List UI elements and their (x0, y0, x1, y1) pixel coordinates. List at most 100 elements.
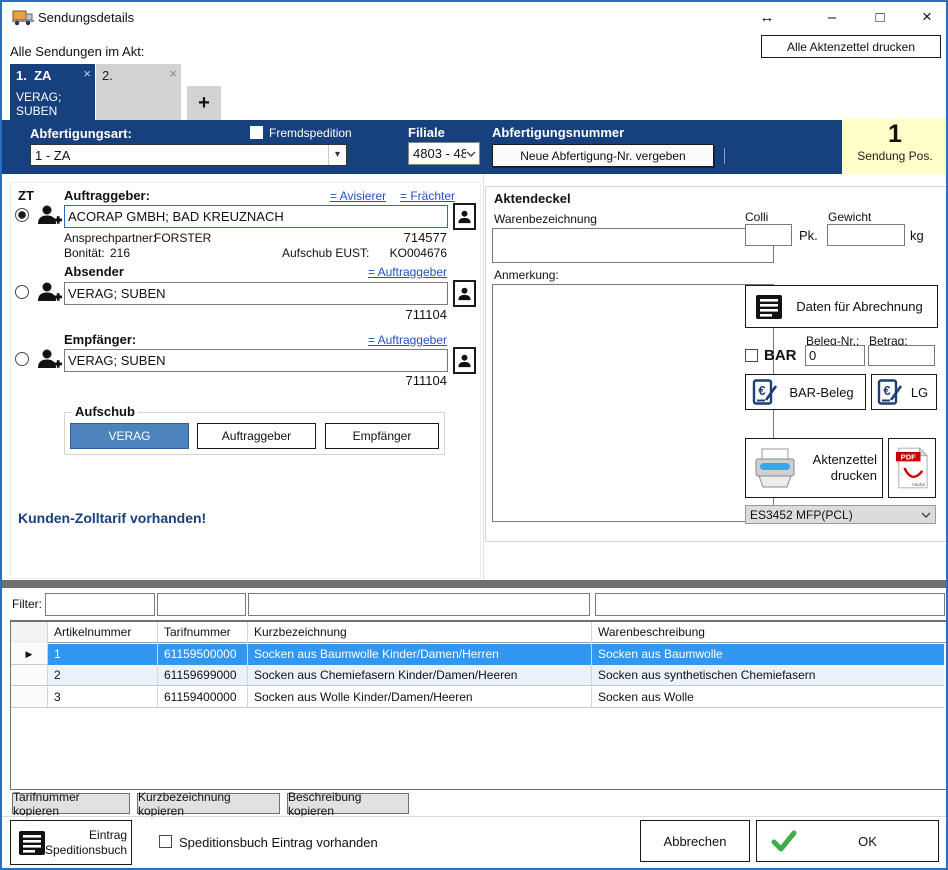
cell-kurzbezeichnung[interactable]: Socken aus Wolle Kinder/Damen/Heeren (248, 687, 592, 708)
colli-input[interactable] (745, 224, 792, 246)
auftraggeber-number: 714577 (347, 230, 447, 245)
auftraggeber-input[interactable] (64, 205, 448, 228)
empfaenger-radio[interactable] (15, 352, 29, 366)
cell-tarifnummer[interactable]: 61159500000 (158, 644, 248, 665)
tab-sendung-2[interactable]: 2. × (96, 64, 181, 120)
empfaenger-add-person-icon[interactable] (36, 346, 62, 372)
cell-artikelnummer[interactable]: 2 (48, 665, 158, 686)
sendung-pos-panel: 1 Sendung Pos. (842, 118, 948, 174)
aufschub-verag-button[interactable]: VERAG (70, 423, 189, 449)
absender-input[interactable] (64, 282, 448, 305)
col-warenbeschreibung[interactable]: Warenbeschreibung (592, 622, 944, 643)
warenbezeichnung-label: Warenbezeichnung (494, 212, 597, 226)
add-tab-button[interactable]: + (187, 86, 221, 120)
filiale-select[interactable]: 4803 - 480 (408, 142, 480, 165)
daten-abrechnung-button[interactable]: Daten für Abrechnung (745, 285, 938, 328)
auftraggeber-add-person-icon[interactable] (36, 202, 62, 228)
svg-text:€: € (883, 383, 890, 398)
cell-warenbeschreibung[interactable]: Socken aus Wolle (592, 687, 944, 708)
panel-divider (483, 174, 484, 580)
abfertigungsnummer-label: Abfertigungsnummer (492, 125, 624, 140)
absender-add-person-icon[interactable] (36, 279, 62, 305)
filter-tarifnummer-input[interactable] (157, 593, 246, 616)
empfaenger-input[interactable] (64, 349, 448, 372)
filter-kurzbezeichnung-input[interactable] (248, 593, 590, 616)
row-selector[interactable] (11, 687, 48, 708)
copy-tarifnummer-button[interactable]: Tarifnummer kopieren (12, 793, 130, 814)
cell-kurzbezeichnung[interactable]: Socken aus Chemiefasern Kinder/Damen/Hee… (248, 665, 592, 686)
abfertigungsart-select[interactable]: 1 - ZA ▾ (30, 144, 347, 166)
close-icon[interactable]: × (912, 6, 942, 28)
neue-abfertigungsnr-button[interactable]: Neue Abfertigung-Nr. vergeben (492, 144, 714, 167)
filiale-chevron-down-icon[interactable] (466, 151, 476, 157)
fremdspedition-checkbox[interactable] (250, 126, 263, 139)
col-kurzbezeichnung[interactable]: Kurzbezeichnung (248, 622, 592, 643)
eintrag-speditionsbuch-button[interactable]: Eintrag Speditionsbuch (10, 820, 132, 865)
sendungsdetails-window: Sendungsdetails ↔ – □ × Alle Sendungen i… (0, 0, 948, 870)
table-row-2[interactable]: 2 61159699000 Socken aus Chemiefasern Ki… (11, 665, 946, 686)
copy-beschreibung-button[interactable]: Beschreibung kopieren (287, 793, 409, 814)
cell-kurzbezeichnung[interactable]: Socken aus Baumwolle Kinder/Damen/Herren (248, 644, 592, 665)
alle-aktenzettel-drucken-button[interactable]: Alle Aktenzettel drucken (761, 35, 941, 58)
abfertigungsart-dropdown-icon[interactable]: ▾ (328, 145, 346, 165)
bar-checkbox[interactable] (745, 349, 758, 362)
absender-radio[interactable] (15, 285, 29, 299)
speditionsbuch-line1: Eintrag (89, 828, 127, 843)
row-selector[interactable] (11, 665, 48, 686)
absender-person-button[interactable] (453, 280, 476, 307)
warenbezeichnung-input[interactable] (492, 228, 774, 263)
auftraggeber-person-button[interactable] (453, 203, 476, 230)
empfaenger-number: 711104 (347, 373, 447, 388)
tab-2-close-icon[interactable]: × (169, 66, 177, 81)
ansprechpartner-label: Ansprechpartner: (64, 231, 156, 245)
avisierer-link[interactable]: = Avisierer (330, 189, 386, 203)
aufschub-empfaenger-button[interactable]: Empfänger (325, 423, 439, 449)
absender-auftraggeber-link[interactable]: = Auftraggeber (359, 265, 447, 279)
fraechter-link[interactable]: = Frächter (400, 189, 455, 203)
resize-icon[interactable]: ↔ (752, 6, 782, 28)
speditionsbuch-checkbox-label: Speditionsbuch Eintrag vorhanden (179, 835, 378, 850)
cell-warenbeschreibung[interactable]: Socken aus synthetischen Chemiefasern (592, 665, 944, 686)
cell-artikelnummer[interactable]: 3 (48, 687, 158, 708)
maximize-icon[interactable]: □ (865, 6, 895, 28)
ok-label: OK (797, 834, 938, 849)
printer-select[interactable]: ES3452 MFP(PCL) (745, 505, 936, 524)
aufschub-auftraggeber-button[interactable]: Auftraggeber (197, 423, 316, 449)
copy-kurzbezeichnung-button[interactable]: Kurzbezeichnung kopieren (137, 793, 280, 814)
gewicht-label: Gewicht (828, 210, 871, 224)
bar-beleg-label: BAR-Beleg (778, 385, 865, 400)
tab-1-subtitle: VERAG; SUBEN (16, 90, 61, 118)
cell-tarifnummer[interactable]: 61159699000 (158, 665, 248, 686)
filter-warenbeschreibung-input[interactable] (595, 593, 945, 616)
gewicht-input[interactable] (827, 224, 905, 246)
lg-button[interactable]: € LG (871, 374, 937, 410)
ok-button[interactable]: OK (756, 820, 939, 862)
col-tarifnummer[interactable]: Tarifnummer (158, 622, 248, 643)
tab-1-close-icon[interactable]: × (83, 66, 91, 81)
col-selector-header (11, 622, 48, 643)
minimize-icon[interactable]: – (817, 6, 847, 28)
beleg-nr-input[interactable] (805, 345, 865, 366)
aktenzettel-drucken-button[interactable]: Aktenzettel drucken (745, 438, 883, 498)
bar-beleg-button[interactable]: € BAR-Beleg (745, 374, 866, 410)
cell-artikelnummer[interactable]: 1 (48, 644, 158, 665)
speditionsbuch-checkbox[interactable] (159, 835, 172, 848)
empfaenger-person-button[interactable] (453, 347, 476, 374)
cell-tarifnummer[interactable]: 61159400000 (158, 687, 248, 708)
check-icon (771, 828, 797, 854)
table-row-1[interactable]: ▶ 1 61159500000 Socken aus Baumwolle Kin… (11, 644, 946, 665)
printer-chevron-down-icon[interactable] (921, 512, 931, 518)
auftraggeber-radio[interactable] (15, 208, 29, 222)
filter-artikelnummer-input[interactable] (45, 593, 155, 616)
col-artikelnummer[interactable]: Artikelnummer (48, 622, 158, 643)
abbrechen-button[interactable]: Abbrechen (640, 820, 750, 862)
pdf-export-button[interactable]: PDF Adobe (888, 438, 936, 498)
cell-warenbeschreibung[interactable]: Socken aus Baumwolle (592, 644, 944, 665)
person-icon (457, 209, 472, 224)
table-row-3[interactable]: 3 61159400000 Socken aus Wolle Kinder/Da… (11, 687, 946, 708)
empfaenger-auftraggeber-link[interactable]: = Auftraggeber (359, 333, 447, 347)
tab-sendung-1[interactable]: 1. ZA × VERAG; SUBEN (10, 64, 95, 120)
betrag-input[interactable] (868, 345, 935, 366)
anmerkung-input[interactable] (492, 284, 774, 522)
absender-label: Absender (64, 264, 124, 279)
